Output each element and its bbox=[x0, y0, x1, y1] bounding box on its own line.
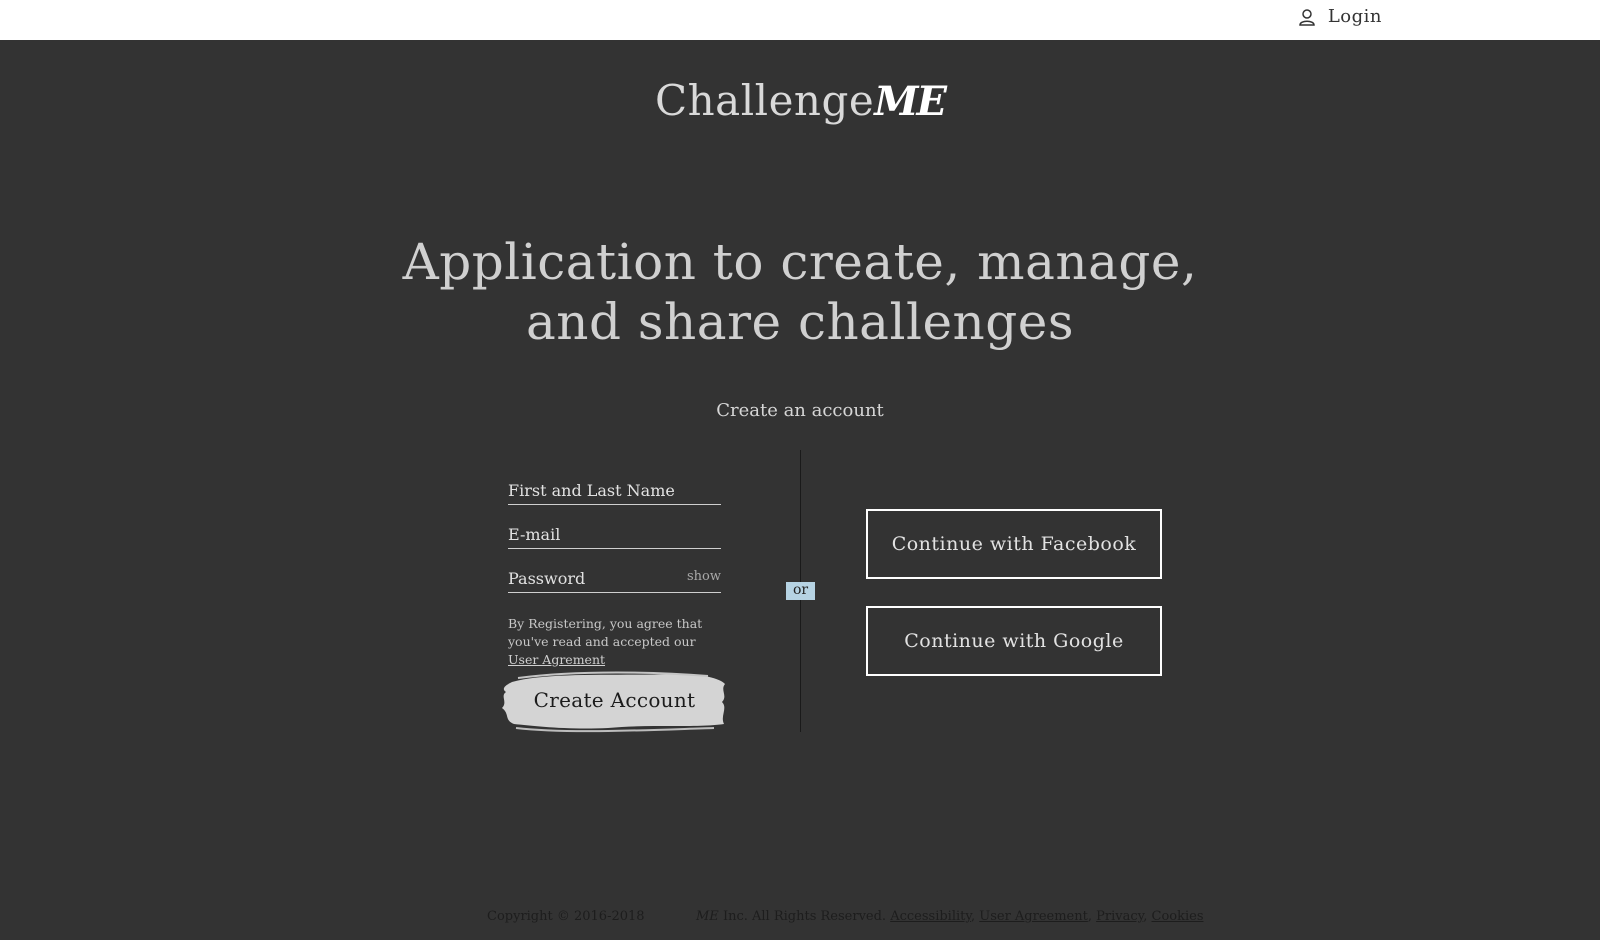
copyright-text: Copyright © 2016-2018 bbox=[487, 909, 645, 924]
footer-link-privacy[interactable]: Privacy bbox=[1096, 909, 1143, 924]
or-badge: or bbox=[786, 582, 815, 600]
headline-line-1: Application to create, manage, bbox=[402, 233, 1198, 291]
top-bar: Login bbox=[0, 0, 1600, 40]
footer-link-user-agreement[interactable]: User Agreement bbox=[979, 909, 1088, 924]
terms-text: By Registering, you agree that you've re… bbox=[508, 615, 721, 669]
create-account-button[interactable]: Create Account bbox=[498, 666, 731, 734]
user-icon bbox=[1299, 8, 1315, 26]
login-link[interactable]: Login bbox=[1298, 6, 1382, 27]
logo-mark: ME bbox=[874, 78, 947, 125]
password-field-wrapper: show bbox=[508, 558, 721, 593]
rights-text: Inc. All Rights Reserved. bbox=[722, 909, 887, 924]
footer-rights: ME Inc. All Rights Reserved. Accessibili… bbox=[696, 909, 1204, 924]
login-label: Login bbox=[1327, 6, 1382, 27]
email-field-wrapper bbox=[508, 514, 721, 549]
continue-google-button[interactable]: Continue with Google bbox=[866, 606, 1162, 676]
terms-label: By Registering, you agree that you've re… bbox=[508, 616, 703, 649]
show-password-toggle[interactable]: show bbox=[687, 569, 721, 584]
headline-line-2: and share challenges bbox=[525, 293, 1074, 351]
continue-facebook-button[interactable]: Continue with Facebook bbox=[866, 509, 1162, 579]
signup-title: Create an account bbox=[716, 400, 884, 421]
logo: ChallengeME bbox=[0, 76, 1600, 125]
page-headline: Application to create, manage, and share… bbox=[400, 232, 1200, 352]
logo-text: Challenge bbox=[654, 76, 875, 125]
email-field[interactable] bbox=[508, 525, 721, 544]
user-agreement-link[interactable]: User Agrement bbox=[508, 652, 605, 667]
footer-brand-mark: ME bbox=[696, 909, 719, 924]
name-field-wrapper bbox=[508, 470, 721, 505]
signup-form: show By Registering, you agree that you'… bbox=[502, 470, 725, 733]
name-field[interactable] bbox=[508, 481, 721, 500]
footer-link-cookies[interactable]: Cookies bbox=[1152, 909, 1204, 924]
footer-link-accessibility[interactable]: Accessibility bbox=[890, 909, 971, 924]
create-account-label: Create Account bbox=[533, 688, 696, 712]
